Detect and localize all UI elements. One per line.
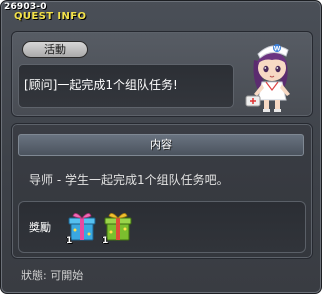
content-panel: 内容 导师 - 学生一起完成1个组队任务吧。 獎勵 1 1 [11, 123, 313, 259]
svg-text:W: W [274, 46, 281, 53]
quest-info-window: 26903-0 QUEST INFO 活動 [顾问]一起完成1个组队任务! W [0, 0, 322, 294]
reward-item[interactable]: 1 [101, 210, 135, 246]
activity-tab-label: 活動 [22, 41, 88, 58]
reward-item[interactable]: 1 [65, 210, 99, 246]
window-title: QUEST INFO [14, 11, 87, 22]
activity-text: [顾问]一起完成1个组队任务! [24, 78, 178, 92]
reward-box: 獎勵 1 1 [18, 201, 306, 253]
quest-status: 狀態: 可開始 [21, 269, 84, 282]
content-text: 导师 - 学生一起完成1个组队任务吧。 [29, 173, 229, 187]
reward-label: 獎勵 [29, 221, 51, 234]
content-header: 内容 [18, 134, 304, 156]
activity-panel: 活動 [顾问]一起完成1个组队任务! W [11, 31, 313, 117]
reward-qty: 1 [66, 236, 73, 246]
reward-qty: 1 [102, 236, 109, 246]
nurse-npc-icon: W [245, 44, 290, 112]
